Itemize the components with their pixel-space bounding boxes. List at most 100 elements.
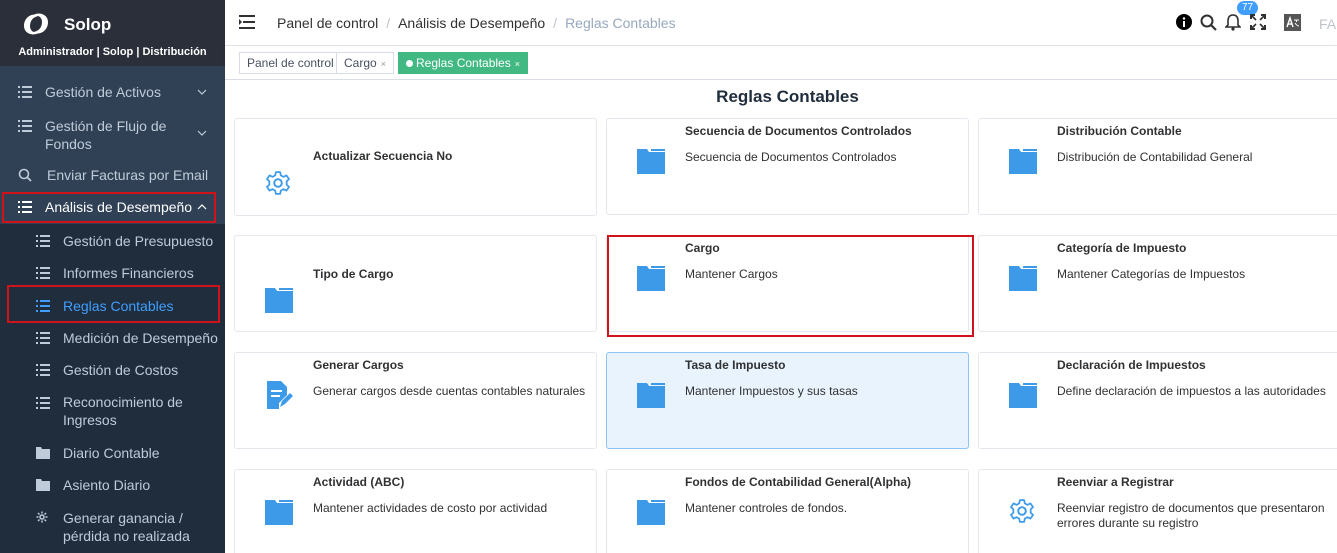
list-icon: [36, 267, 50, 279]
card-distribucion-contable[interactable]: Distribución Contable Distribución de Co…: [978, 118, 1337, 215]
card-title: Fondos de Contabilidad General(Alpha): [685, 475, 912, 489]
breadcrumb-current: Reglas Contables: [565, 15, 676, 31]
card-title: Secuencia de Documentos Controlados: [685, 124, 912, 138]
solop-logo-icon: [24, 13, 48, 35]
card-description: Secuencia de Documentos Controlados: [685, 150, 897, 164]
highlight-box: [2, 192, 216, 223]
close-icon[interactable]: ×: [381, 59, 386, 69]
folder-icon: [265, 500, 293, 525]
card-secuencia-documentos[interactable]: Secuencia de Documentos Controlados Secu…: [606, 118, 969, 215]
sidebar-subitem-gestion-costos[interactable]: Gestión de Costos: [0, 359, 225, 381]
sidebar-item-gestion-activos[interactable]: Gestión de Activos: [0, 80, 225, 104]
tag-panel-control[interactable]: Panel de control: [239, 52, 342, 74]
tag-reglas-contables[interactable]: Reglas Contables ×: [398, 52, 528, 74]
card-fondos-contabilidad[interactable]: Fondos de Contabilidad General(Alpha) Ma…: [606, 469, 969, 553]
card-reenviar-registrar[interactable]: Reenviar a Registrar Reenviar registro d…: [978, 469, 1337, 553]
sidebar-subitem-gestion-presupuesto[interactable]: Gestión de Presupuesto: [0, 230, 225, 252]
card-tasa-impuesto[interactable]: Tasa de Impuesto Mantener Impuestos y su…: [606, 352, 969, 449]
sidebar-item-enviar-facturas[interactable]: Enviar Facturas por Email: [0, 163, 225, 187]
card-title: Distribución Contable: [1057, 124, 1182, 138]
list-icon: [36, 332, 50, 344]
card-title: Actualizar Secuencia No: [313, 149, 453, 163]
notification-badge: 77: [1237, 1, 1259, 15]
card-description: Generar cargos desde cuentas contables n…: [313, 384, 586, 398]
tags-view: Panel de control Cargo × Reglas Contables…: [225, 46, 1337, 80]
sidebar-subitem-asiento-diario[interactable]: Asiento Diario: [0, 474, 225, 496]
sidebar-subitem-medicion-desempeno[interactable]: Medición de Desempeño: [0, 327, 225, 349]
sidebar-subitem-label: Diario Contable: [63, 445, 160, 461]
fullscreen-icon[interactable]: [1250, 14, 1266, 30]
folder-icon: [265, 288, 293, 313]
card-title: Categoría de Impuesto: [1057, 241, 1187, 255]
card-title: Declaración de Impuestos: [1057, 358, 1206, 372]
card-actividad-abc[interactable]: Actividad (ABC) Mantener actividades de …: [234, 469, 597, 553]
card-actualizar-secuencia[interactable]: Actualizar Secuencia No: [234, 118, 597, 216]
bell-icon[interactable]: [1225, 14, 1241, 31]
card-description: Reenviar registro de documentos que pres…: [1057, 501, 1325, 530]
brand-header: Solop Administrador | Solop | Distribuci…: [0, 0, 225, 66]
folder-icon: [637, 149, 665, 174]
card-title: Tasa de Impuesto: [685, 358, 786, 372]
gear-icon: [1010, 499, 1034, 523]
folder-icon: [1009, 149, 1037, 174]
breadcrumb-item[interactable]: Panel de control: [277, 15, 378, 31]
highlight-box: [607, 235, 974, 337]
search-icon[interactable]: [1200, 14, 1217, 31]
chevron-down-icon: [197, 130, 207, 136]
info-icon[interactable]: [1176, 14, 1192, 30]
card-title: Tipo de Cargo: [313, 267, 394, 281]
card-description: Define declaración de impuestos a las au…: [1057, 384, 1326, 398]
tag-label: Cargo: [344, 56, 377, 70]
card-title: Actividad (ABC): [313, 475, 405, 489]
folder-icon: [637, 500, 665, 525]
chevron-down-icon: [197, 89, 207, 95]
card-categoria-impuesto[interactable]: Categoría de Impuesto Mantener Categoría…: [978, 235, 1337, 332]
sidebar-subitem-informes-financieros[interactable]: Informes Financieros: [0, 262, 225, 284]
sidebar-subitem-reconocimiento-ingresos[interactable]: Reconocimiento de Ingresos: [0, 392, 225, 430]
card-generar-cargos[interactable]: Generar Cargos Generar cargos desde cuen…: [234, 352, 597, 449]
tag-label: Panel de control: [247, 56, 334, 70]
folder-icon: [1009, 266, 1037, 291]
list-icon: [36, 235, 50, 247]
folder-icon: [1009, 383, 1037, 408]
user-avatar[interactable]: FA: [1319, 16, 1336, 32]
hamburger-icon[interactable]: [239, 14, 257, 30]
folder-icon: [36, 447, 50, 459]
card-title: Reenviar a Registrar: [1057, 475, 1174, 489]
gear-icon: [36, 511, 48, 523]
card-tipo-cargo[interactable]: Tipo de Cargo: [234, 235, 597, 332]
list-icon: [36, 397, 50, 409]
sidebar-subitem-label: Medición de Desempeño: [63, 330, 218, 346]
active-dot-icon: [406, 60, 413, 67]
sidebar-subitem-diario-contable[interactable]: Diario Contable: [0, 442, 225, 464]
sidebar-item-label: Gestión de Activos: [45, 84, 161, 100]
breadcrumb-item[interactable]: Análisis de Desempeño: [398, 15, 545, 31]
search-icon: [18, 168, 32, 182]
card-description: Mantener Categorías de Impuestos: [1057, 267, 1246, 281]
document-edit-icon: [267, 381, 293, 409]
list-icon: [36, 364, 50, 376]
page-title: Reglas Contables: [716, 87, 859, 106]
translate-icon[interactable]: [1284, 14, 1301, 31]
sidebar-subitem-label: Informes Financieros: [63, 265, 194, 281]
top-navbar: Panel de control / Análisis de Desempeño / R…: [225, 0, 1337, 46]
tag-cargo[interactable]: Cargo ×: [336, 52, 394, 74]
card-declaracion-impuestos[interactable]: Declaración de Impuestos Define declarac…: [978, 352, 1337, 449]
sidebar: Solop Administrador | Solop | Distribuci…: [0, 0, 225, 553]
sidebar-subitem-label: Gestión de Presupuesto: [63, 233, 214, 249]
sidebar-item-label: Enviar Facturas por Email: [47, 167, 209, 183]
highlight-box: [7, 285, 220, 323]
breadcrumb: Panel de control / Análisis de Desempeño / R…: [277, 15, 676, 31]
sidebar-subitem-label: Generar ganancia / pérdida no realizada: [63, 510, 190, 544]
sidebar-subitem-label: Gestión de Costos: [63, 362, 179, 378]
sidebar-item-gestion-flujo-fondos[interactable]: Gestión de Flujo de Fondos: [0, 115, 225, 155]
close-icon[interactable]: ×: [515, 59, 520, 69]
sidebar-subitem-label: Reconocimiento de Ingresos: [63, 394, 183, 428]
sidebar-subitem-label: Asiento Diario: [63, 477, 151, 493]
sidebar-subitem-generar-ganancia[interactable]: Generar ganancia / pérdida no realizada: [0, 507, 225, 547]
user-role: Administrador | Solop | Distribución: [18, 46, 207, 58]
card-description: Distribución de Contabilidad General: [1057, 150, 1253, 164]
folder-icon: [36, 479, 50, 491]
tag-label: Reglas Contables: [416, 56, 511, 70]
list-icon: [18, 120, 32, 132]
